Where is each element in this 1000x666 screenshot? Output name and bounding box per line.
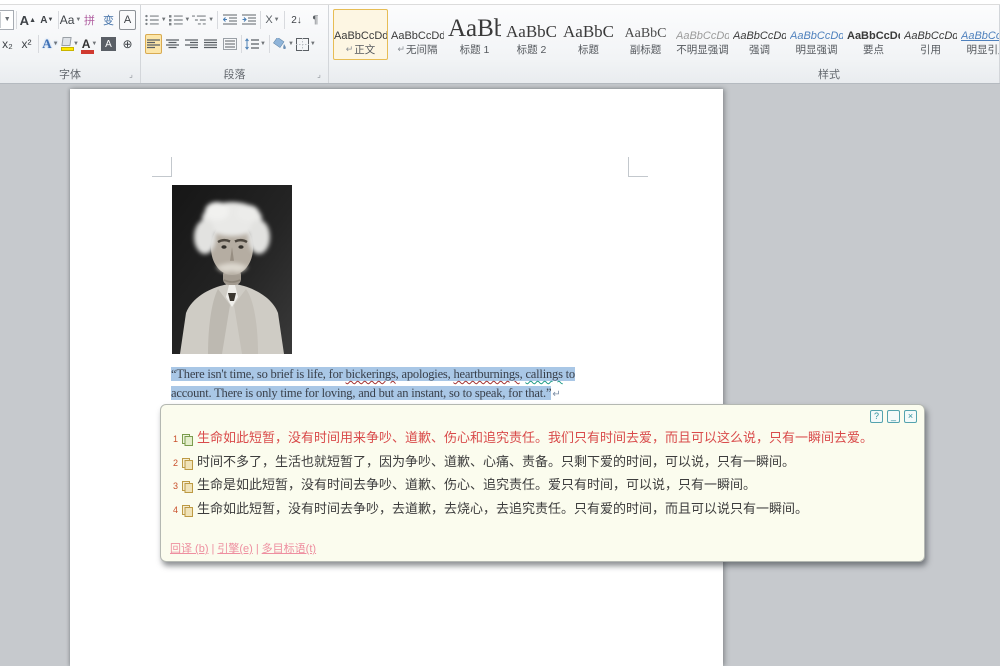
copy-icon[interactable]	[182, 456, 193, 476]
minimize-button[interactable]: _	[887, 410, 900, 423]
highlighter-icon	[61, 37, 72, 51]
paragraph-mark-icon: ↵	[552, 389, 560, 400]
style-no-spacing[interactable]: AaBbCcDd ↵无间隔	[390, 9, 445, 60]
translation-popup: ? _ × 1 生命如此短暂，没有时间用来争吵、道歉、伤心和追究责任。我们只有时…	[160, 404, 925, 562]
decrease-indent-button[interactable]	[221, 10, 238, 30]
chevron-down-icon: ▼	[0, 12, 11, 28]
translation-item[interactable]: 1 生命如此短暂，没有时间用来争吵、道歉、伤心和追究责任。我们只有时间去爱，而且…	[170, 428, 914, 452]
style-subtle-emphasis[interactable]: AaBbCcDd 不明显强调	[675, 9, 730, 60]
style-heading1[interactable]: AaBbC 标题 1	[447, 9, 502, 60]
align-right-button[interactable]	[183, 34, 200, 54]
word-window: 号 ▼ A▲ A▼ Aa▼ 拼 变 A x₂ x² A▼	[0, 0, 1000, 666]
help-button[interactable]: ?	[870, 410, 883, 423]
translation-item[interactable]: 2 时间不多了，生活也就短暂了，因为争吵、道歉、心痛、责备。只剩下爱的时间，可以…	[170, 452, 914, 476]
quote-paragraph[interactable]: “There isn't time, so brief is life, for…	[171, 365, 641, 404]
increase-indent-button[interactable]	[240, 10, 257, 30]
translation-number: 3	[170, 477, 178, 497]
document-page: “There isn't time, so brief is life, for…	[70, 89, 723, 666]
style-emphasis[interactable]: AaBbCcDd 强调	[732, 9, 787, 60]
quote-line: “There isn't time, so brief is life, for…	[171, 365, 641, 384]
font-size-combo[interactable]: 号 ▼	[0, 10, 14, 30]
align-center-button[interactable]	[164, 34, 181, 54]
translation-item[interactable]: 4 生命如此短暂，没有时间去争吵，去道歉，去烧心，去追究责任。只有爱的时间，而且…	[170, 499, 914, 523]
justify-button[interactable]	[202, 34, 219, 54]
translation-number: 2	[170, 454, 178, 474]
line-spacing-button[interactable]: ▼	[245, 34, 266, 54]
shading-a-icon: A	[101, 37, 116, 51]
font-color-icon: A	[82, 37, 91, 51]
highlight-color-button[interactable]: ▼	[61, 34, 79, 54]
pilcrow-icon: ↵	[397, 44, 405, 55]
paragraph-group: ▼ ▼ ▼ X▼ 2↓ ¶	[141, 5, 329, 83]
translation-list: 1 生命如此短暂，没有时间用来争吵、道歉、伤心和追究责任。我们只有时间去爱，而且…	[170, 428, 914, 522]
text-effects-button[interactable]: A▼	[42, 34, 59, 54]
paragraph-group-label: 段落	[141, 66, 328, 82]
copy-icon[interactable]	[182, 432, 193, 452]
style-quote[interactable]: AaBbCcDd 引用	[903, 9, 958, 60]
style-intense-quote[interactable]: AaBbCcDd 明显引用	[960, 9, 1000, 60]
portrait-image[interactable]	[172, 185, 292, 354]
sort-button[interactable]: 2↓	[288, 10, 305, 30]
quote-line: account. There is only time for loving, …	[171, 384, 641, 405]
styles-group-label: 样式	[799, 66, 859, 82]
show-marks-button[interactable]: ¶	[307, 10, 324, 30]
translation-number: 4	[170, 501, 178, 521]
close-button[interactable]: ×	[904, 410, 917, 423]
margin-corner-mark	[152, 157, 172, 177]
pilcrow-icon: ↵	[346, 44, 354, 55]
font-group-label: 字体	[0, 66, 140, 82]
translation-item[interactable]: 3 生命是如此短暂，没有时间去争吵、道歉、伤心、追究责任。爱只有时间，可以说，只…	[170, 475, 914, 499]
bullets-button[interactable]: ▼	[145, 10, 167, 30]
asian-layout-button[interactable]: X▼	[264, 10, 281, 30]
styles-group: AaBbCcDd ↵正文 AaBbCcDd ↵无间隔 AaBbC 标题 1 Aa…	[329, 5, 1000, 83]
change-case-button[interactable]: Aa▼	[62, 10, 79, 30]
font-group: 号 ▼ A▲ A▼ Aa▼ 拼 变 A x₂ x² A▼	[0, 5, 141, 83]
shading-button[interactable]: ▼	[273, 34, 294, 54]
grow-font-button[interactable]: A▲	[19, 10, 36, 30]
subscript-button[interactable]: x₂	[0, 34, 16, 54]
borders-button[interactable]: ▼	[296, 34, 316, 54]
back-translate-link[interactable]: 回译 (b)	[170, 543, 209, 555]
style-subtitle[interactable]: AaBbC 副标题	[618, 9, 673, 60]
style-title[interactable]: AaBbC 标题	[561, 9, 616, 60]
character-border-button[interactable]: A	[119, 10, 136, 30]
distribute-button[interactable]	[221, 34, 238, 54]
copy-icon[interactable]	[182, 479, 193, 499]
font-color-button[interactable]: A ▼	[81, 34, 98, 54]
style-normal[interactable]: AaBbCcDd ↵正文	[333, 9, 388, 60]
style-intense-emphasis[interactable]: AaBbCcDd 明显强调	[789, 9, 844, 60]
numbering-button[interactable]: ▼	[169, 10, 191, 30]
font-dialog-launcher[interactable]: ⌟	[126, 70, 136, 80]
align-left-button[interactable]	[145, 34, 162, 54]
translation-number: 1	[170, 430, 178, 450]
engines-link[interactable]: 引擎(e)	[217, 543, 252, 555]
multi-target-link[interactable]: 多目标语(t)	[262, 543, 316, 555]
misspelled-word: heartburnings	[453, 367, 519, 381]
character-scale-button[interactable]: 变	[100, 10, 117, 30]
copy-icon[interactable]	[182, 503, 193, 523]
character-shading-button[interactable]: A	[100, 34, 117, 54]
margin-corner-mark	[628, 157, 648, 177]
style-heading2[interactable]: AaBbC 标题 2	[504, 9, 559, 60]
enclose-characters-button[interactable]: ⊕	[119, 34, 136, 54]
shrink-font-button[interactable]: A▼	[38, 10, 55, 30]
styles-gallery: AaBbCcDd ↵正文 AaBbCcDd ↵无间隔 AaBbC 标题 1 Aa…	[332, 8, 996, 60]
superscript-button[interactable]: x²	[18, 34, 35, 54]
multilevel-list-button[interactable]: ▼	[192, 10, 214, 30]
paragraph-dialog-launcher[interactable]: ⌟	[314, 70, 324, 80]
style-strong[interactable]: AaBbCcDd 要点	[846, 9, 901, 60]
misspelled-word: bickerings	[346, 367, 396, 381]
ribbon: 号 ▼ A▲ A▼ Aa▼ 拼 变 A x₂ x² A▼	[0, 0, 1000, 84]
phonetic-guide-button[interactable]: 拼	[81, 10, 98, 30]
popup-footer-links: 回译 (b)|引擎(e)|多目标语(t)	[170, 540, 316, 556]
grammar-flagged-word: callings	[525, 367, 562, 381]
